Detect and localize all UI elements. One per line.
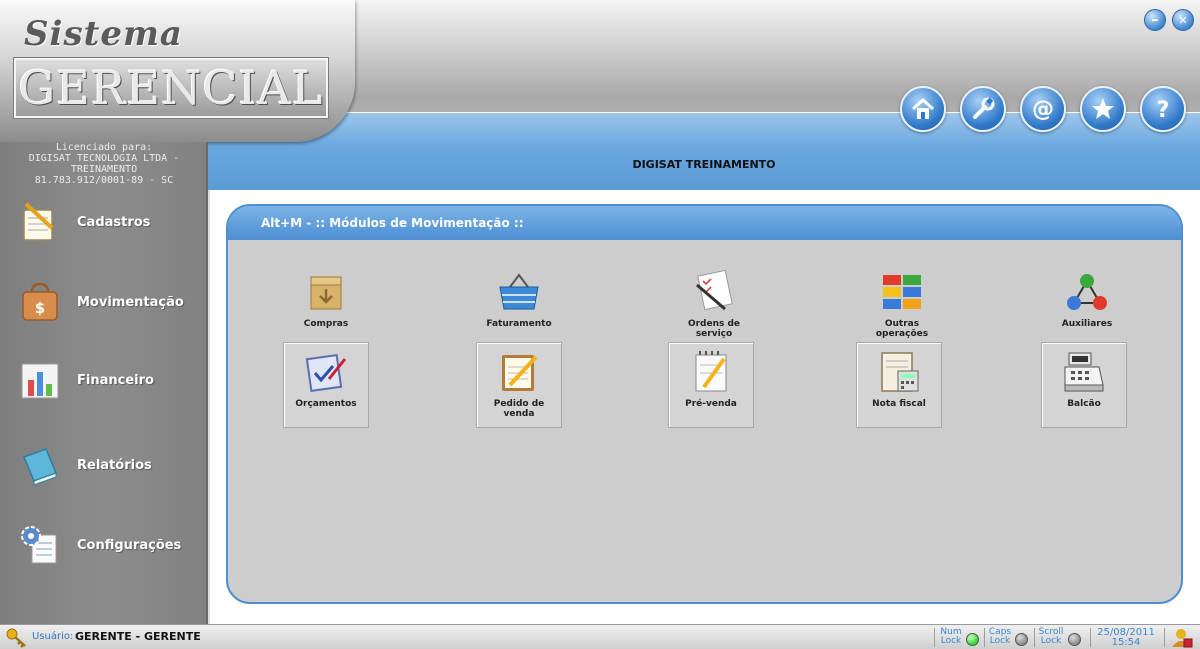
close-button[interactable]: ✕: [1172, 9, 1194, 31]
home-icon: [911, 98, 935, 119]
checklist-pen-icon: [696, 269, 733, 311]
molecule-icon: [1067, 274, 1107, 310]
user-lock-icon[interactable]: [1170, 627, 1194, 649]
clipboard-check-icon: [305, 353, 347, 393]
minimize-icon: –: [1151, 12, 1159, 28]
module-label-balcao: Balcão: [1067, 399, 1101, 409]
modules-panel: Alt+M - :: Módulos de Movimentação :: Co…: [226, 204, 1183, 604]
status-separator: [1164, 628, 1165, 647]
sidebar-label-cadastros: Cadastros: [77, 214, 151, 230]
sidebar-item-cadastros[interactable]: Cadastros: [18, 198, 206, 246]
home-button[interactable]: [900, 86, 946, 132]
at-sign-icon: @: [1032, 97, 1054, 122]
book-icon: [23, 448, 57, 486]
num-lock-indicator: [966, 633, 979, 646]
favorites-button[interactable]: [1080, 86, 1126, 132]
sidebar-item-movimentacao[interactable]: $ Movimentação: [18, 278, 206, 326]
module-label-faturamento: Faturamento: [486, 319, 552, 329]
sidebar-item-configuracoes[interactable]: Configurações: [18, 521, 206, 569]
module-ordens-servico[interactable]: Ordens de serviço: [671, 263, 757, 349]
notebook-pencil-icon: [23, 202, 54, 241]
bar-chart-icon: [21, 363, 59, 399]
status-datetime: 25/08/2011 15:54: [1092, 628, 1160, 648]
cash-register-icon: [1064, 352, 1104, 392]
box-arrow-icon: [310, 276, 342, 310]
module-label-auxiliares: Auxiliares: [1061, 319, 1113, 329]
star-icon: [1092, 98, 1114, 119]
main-content: Alt+M - :: Módulos de Movimentação :: Co…: [210, 190, 1200, 624]
module-label-compras: Compras: [303, 319, 349, 329]
status-separator: [1090, 628, 1091, 647]
sidebar-label-relatorios: Relatórios: [77, 457, 152, 473]
help-icon: ?: [1157, 98, 1170, 122]
svg-text:$: $: [35, 299, 45, 317]
close-icon: ✕: [1178, 13, 1188, 27]
module-label-nota-fiscal: Nota fiscal: [872, 399, 926, 409]
module-auxiliares[interactable]: Auxiliares: [1044, 263, 1130, 349]
basket-icon: [499, 273, 539, 310]
help-button[interactable]: ?: [1140, 86, 1186, 132]
app-logo: Sistema GERENCIAL: [0, 0, 355, 142]
scroll-lock-indicator: [1068, 633, 1081, 646]
caps-lock-label: Caps Lock: [988, 627, 1012, 646]
user-label: Usuário:: [32, 631, 74, 642]
module-balcao[interactable]: Balcão: [1041, 342, 1127, 428]
module-pre-venda[interactable]: Pré-venda: [668, 342, 754, 428]
key-icon: [6, 628, 26, 648]
module-label-orcamentos: Orçamentos: [295, 399, 357, 409]
module-compras[interactable]: Compras: [283, 263, 369, 349]
shopping-bag-icon: $: [22, 282, 58, 321]
tools-button[interactable]: [960, 86, 1006, 132]
wrench-icon: [973, 97, 995, 119]
scroll-lock-label: Scroll Lock: [1038, 627, 1064, 646]
sidebar-item-financeiro[interactable]: Financeiro: [18, 356, 206, 404]
license-cnpj: 81.783.912/0001-89 - SC: [34, 175, 174, 186]
status-bar: Usuário: GERENTE - GERENTE Num Lock Caps…: [0, 624, 1200, 649]
notepad-pencil-icon: [502, 355, 538, 391]
module-label-pedido-venda: Pedido de venda: [493, 399, 545, 419]
logo-box: GERENCIAL: [13, 57, 329, 119]
license-company: DIGISAT TECNOLOGIA LTDA -: [28, 153, 180, 164]
caps-lock-indicator: [1015, 633, 1028, 646]
logo-script-text: Sistema: [24, 14, 183, 54]
license-branch: TREINAMENTO: [70, 164, 138, 175]
module-label-outras-operacoes: Outras operações: [875, 319, 929, 339]
module-label-pre-venda: Pré-venda: [685, 399, 737, 409]
sidebar-item-relatorios[interactable]: Relatórios: [18, 441, 206, 489]
module-pedido-venda[interactable]: Pedido de venda: [476, 342, 562, 428]
module-label-ordens-servico: Ordens de serviço: [687, 319, 741, 339]
license-heading: Licenciado para:: [55, 142, 153, 153]
status-time: 15:54: [1111, 637, 1141, 648]
sidebar-label-financeiro: Financeiro: [77, 372, 154, 388]
svg-text:?: ?: [1157, 98, 1170, 122]
sidebar: Licenciado para: DIGISAT TECNOLOGIA LTDA…: [0, 142, 208, 624]
color-grid-icon: [883, 275, 921, 309]
sidebar-label-configuracoes: Configurações: [77, 537, 182, 553]
svg-text:@: @: [1032, 97, 1054, 122]
logo-main-text: GERENCIAL: [18, 61, 324, 115]
email-button[interactable]: @: [1020, 86, 1066, 132]
gear-document-icon: [21, 526, 57, 564]
minimize-button[interactable]: –: [1144, 9, 1166, 31]
company-name: DIGISAT TREINAMENTO: [632, 158, 776, 171]
invoice-calculator-icon: [881, 352, 919, 392]
status-separator: [934, 628, 935, 647]
module-orcamentos[interactable]: Orçamentos: [283, 342, 369, 428]
panel-title: Alt+M - :: Módulos de Movimentação ::: [228, 206, 1181, 240]
sidebar-label-movimentacao: Movimentação: [77, 294, 184, 310]
num-lock-label: Num Lock: [940, 627, 962, 646]
user-value: GERENTE - GERENTE: [75, 630, 201, 643]
status-separator: [1034, 628, 1035, 647]
module-faturamento[interactable]: Faturamento: [476, 263, 562, 349]
module-outras-operacoes[interactable]: Outras operações: [859, 263, 945, 349]
module-nota-fiscal[interactable]: Nota fiscal: [856, 342, 942, 428]
status-separator: [984, 628, 985, 647]
license-info: Licenciado para: DIGISAT TECNOLOGIA LTDA…: [0, 142, 208, 186]
spiral-notepad-icon: [695, 351, 727, 392]
